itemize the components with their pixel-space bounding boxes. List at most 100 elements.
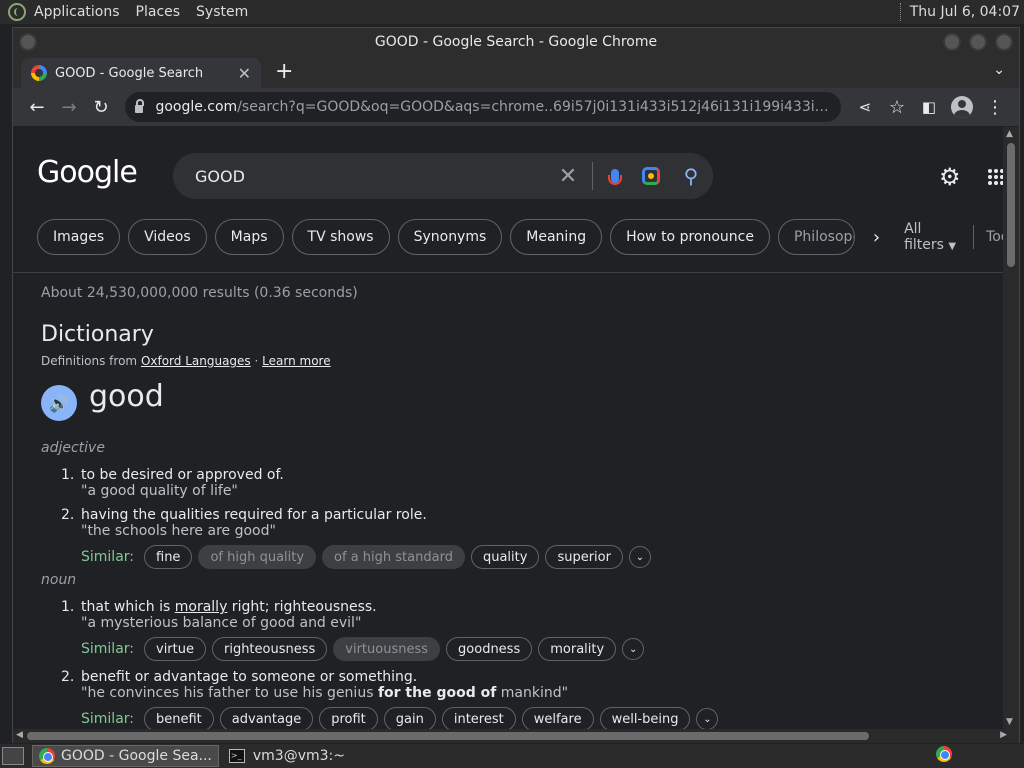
similar-word-chip[interactable]: superior bbox=[545, 545, 623, 569]
similar-word-chip[interactable]: interest bbox=[441, 707, 516, 729]
close-window-button[interactable] bbox=[995, 33, 1013, 51]
forward-arrow-icon[interactable]: → bbox=[53, 97, 85, 118]
expand-similar-chevron-icon[interactable]: ⌄ bbox=[622, 638, 645, 660]
similar-label: Similar: bbox=[81, 711, 134, 727]
example-pre: "he convinces his father to use his geni… bbox=[81, 685, 378, 701]
tab-title: GOOD - Google Search bbox=[55, 65, 204, 81]
similar-word-chip[interactable]: benefit bbox=[144, 707, 214, 729]
back-arrow-icon[interactable]: ← bbox=[21, 97, 53, 118]
lock-icon[interactable] bbox=[135, 99, 145, 113]
scroll-up-arrow-icon[interactable]: ▲ bbox=[1006, 129, 1013, 139]
adjective-similar-row: Similar: fine of high quality of a high st… bbox=[81, 545, 651, 569]
google-logo[interactable]: Google bbox=[37, 155, 138, 190]
vertical-scroll-thumb[interactable] bbox=[1007, 143, 1015, 267]
similar-word-chip[interactable]: profit bbox=[319, 707, 378, 729]
similar-word-chip[interactable]: welfare bbox=[521, 707, 594, 729]
chips-next-chevron-icon[interactable]: › bbox=[873, 227, 880, 248]
distro-logo-icon[interactable] bbox=[8, 3, 26, 21]
similar-word-chip[interactable]: righteousness bbox=[211, 637, 328, 661]
scroll-down-arrow-icon[interactable]: ▼ bbox=[1006, 717, 1013, 727]
kebab-menu-icon[interactable]: ⋮ bbox=[979, 97, 1011, 118]
search-box[interactable]: GOOD ✕ ⚲ bbox=[173, 153, 713, 199]
chip-tv-shows[interactable]: TV shows bbox=[291, 219, 390, 255]
defs-from-label: Definitions from bbox=[41, 354, 138, 368]
maximize-button[interactable] bbox=[969, 33, 987, 51]
tab-close-icon[interactable]: ✕ bbox=[238, 64, 251, 83]
search-magnifier-icon[interactable]: ⚲ bbox=[669, 164, 713, 188]
definition-text-post: right; righteousness. bbox=[227, 599, 377, 615]
chip-how-to-pronounce[interactable]: How to pronounce bbox=[610, 219, 770, 255]
morally-link[interactable]: morally bbox=[175, 599, 228, 615]
settings-gear-icon[interactable]: ⚙ bbox=[939, 163, 961, 191]
expand-similar-chevron-icon[interactable]: ⌄ bbox=[696, 708, 719, 729]
new-tab-plus-icon[interactable]: + bbox=[275, 59, 293, 84]
caret-down-icon: ▼ bbox=[948, 241, 957, 252]
profile-avatar-icon[interactable] bbox=[951, 96, 973, 118]
show-desktop-icon[interactable] bbox=[2, 747, 24, 765]
window-title-bar[interactable]: GOOD - Google Search - Google Chrome bbox=[13, 28, 1019, 56]
similar-word-chip[interactable]: quality bbox=[470, 545, 540, 569]
scroll-right-arrow-icon[interactable]: ▶ bbox=[1000, 730, 1007, 740]
tab-google-search[interactable]: GOOD - Google Search ✕ bbox=[21, 58, 261, 88]
google-apps-grid-icon[interactable] bbox=[988, 169, 1003, 185]
tray-chrome[interactable] bbox=[936, 746, 958, 766]
chrome-icon bbox=[39, 748, 55, 764]
bookmark-star-icon[interactable]: ☆ bbox=[881, 97, 913, 118]
similar-word-chip[interactable]: fine bbox=[144, 545, 193, 569]
tab-search-chevron-icon[interactable]: ⌄ bbox=[993, 62, 1005, 78]
side-panel-icon[interactable]: ◧ bbox=[913, 98, 945, 116]
similar-word-chip[interactable]: well-being bbox=[599, 707, 691, 729]
definition-number: 2. bbox=[61, 507, 75, 523]
menu-places[interactable]: Places bbox=[136, 4, 181, 20]
menu-system[interactable]: System bbox=[196, 4, 248, 20]
similar-word-chip[interactable]: virtue bbox=[144, 637, 206, 661]
clear-search-icon[interactable]: ✕ bbox=[548, 164, 588, 189]
task-chrome[interactable]: GOOD - Google Sea... bbox=[32, 745, 219, 767]
expand-similar-chevron-icon[interactable]: ⌄ bbox=[628, 546, 651, 568]
chip-meaning[interactable]: Meaning bbox=[510, 219, 603, 255]
pronounce-speaker-button[interactable]: 🔊 bbox=[41, 385, 77, 421]
tools-button[interactable]: Tools bbox=[986, 229, 1003, 245]
chip-philosophy[interactable]: Philosopl bbox=[777, 219, 855, 255]
scroll-left-arrow-icon[interactable]: ◀ bbox=[16, 730, 23, 740]
all-filters-button[interactable]: All filters ▼ bbox=[904, 221, 959, 253]
window-menu-button[interactable] bbox=[19, 33, 37, 51]
menu-applications[interactable]: Applications bbox=[34, 4, 120, 20]
minimize-button[interactable] bbox=[943, 33, 961, 51]
voice-search-button[interactable] bbox=[597, 169, 633, 185]
horizontal-scroll-thumb[interactable] bbox=[27, 732, 869, 740]
share-icon[interactable]: ⋖ bbox=[849, 98, 881, 116]
similar-word-chip[interactable]: morality bbox=[538, 637, 617, 661]
task-terminal[interactable]: >_ vm3@vm3:~ bbox=[223, 745, 351, 767]
panel-separator bbox=[899, 3, 902, 21]
definition-text: benefit or advantage to someone or somet… bbox=[81, 669, 418, 685]
browser-toolbar: ← → ↻ google.com/search?q=GOOD&oq=GOOD&a… bbox=[13, 88, 1019, 126]
similar-label: Similar: bbox=[81, 549, 134, 565]
search-input[interactable]: GOOD bbox=[195, 167, 548, 186]
similar-word-chip[interactable]: goodness bbox=[446, 637, 533, 661]
headword: good bbox=[89, 379, 164, 414]
terminal-icon: >_ bbox=[228, 749, 245, 763]
lens-search-button[interactable] bbox=[633, 167, 669, 185]
address-bar[interactable]: google.com/search?q=GOOD&oq=GOOD&aqs=chr… bbox=[125, 92, 841, 122]
similar-word-chip[interactable]: advantage bbox=[219, 707, 314, 729]
chip-videos[interactable]: Videos bbox=[128, 219, 207, 255]
adjective-definition-2: 2. having the qualities required for a pa… bbox=[61, 507, 427, 523]
similar-word-chip[interactable]: of high quality bbox=[198, 545, 317, 569]
vertical-scrollbar[interactable]: ▲ ▼ bbox=[1003, 127, 1019, 729]
task-terminal-label: vm3@vm3:~ bbox=[252, 748, 345, 764]
chip-images[interactable]: Images bbox=[37, 219, 121, 255]
horizontal-scrollbar[interactable]: ◀ ▶ bbox=[13, 729, 1019, 743]
oxford-languages-link[interactable]: Oxford Languages bbox=[141, 354, 251, 368]
chip-maps[interactable]: Maps bbox=[214, 219, 284, 255]
dictionary-heading: Dictionary bbox=[41, 322, 154, 347]
clock[interactable]: Thu Jul 6, 04:07 bbox=[910, 4, 1020, 20]
similar-word-chip[interactable]: virtuousness bbox=[333, 637, 441, 661]
similar-word-chip[interactable]: gain bbox=[383, 707, 436, 729]
noun-definition-1: 1. that which is morally right; righteous… bbox=[61, 599, 377, 615]
reload-icon[interactable]: ↻ bbox=[85, 97, 117, 118]
similar-word-chip[interactable]: of a high standard bbox=[322, 545, 465, 569]
learn-more-link[interactable]: Learn more bbox=[262, 354, 330, 368]
chip-synonyms[interactable]: Synonyms bbox=[397, 219, 503, 255]
search-header: Google GOOD ✕ ⚲ ⚙ Images Videos Maps TV … bbox=[13, 127, 1003, 273]
